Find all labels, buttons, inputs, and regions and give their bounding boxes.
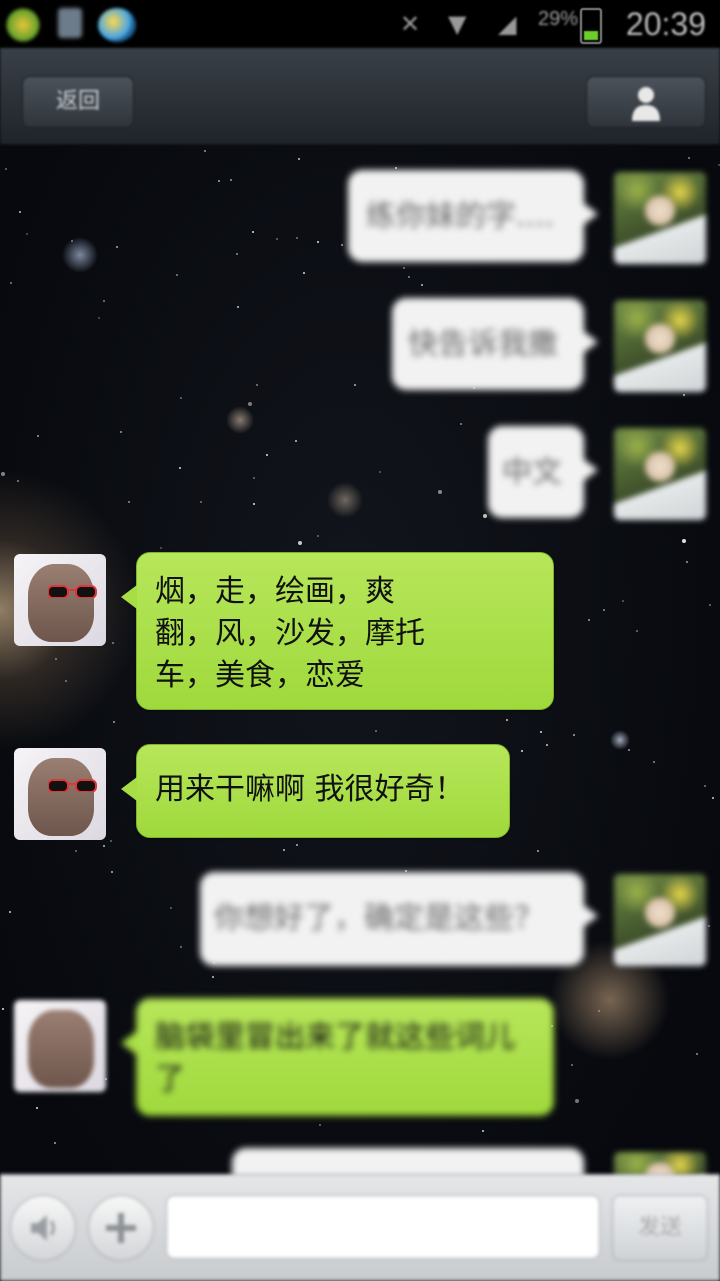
app-icon	[98, 8, 136, 42]
sunglasses-icon	[48, 585, 97, 598]
sunglasses-icon	[48, 779, 97, 792]
message-text: 你想好了，确定是这些？	[214, 901, 544, 936]
dog-picture	[28, 1010, 94, 1088]
message-bubble[interactable]: 中文	[488, 426, 598, 518]
avatar[interactable]	[614, 300, 706, 392]
message-text: 用来干嘛啊 我很好奇！	[155, 772, 465, 807]
input-bar: 发送	[0, 1174, 720, 1281]
signal-icon: ◢	[498, 10, 517, 38]
message-bubble[interactable]: 练你妹的字....	[348, 170, 598, 262]
mute-icon: ✕	[400, 10, 421, 38]
plus-button[interactable]	[88, 1195, 154, 1261]
person-icon	[632, 87, 660, 121]
message-text-line: 了	[155, 1062, 185, 1097]
status-bar: ✕ ▼ ◢ 29% 20:39	[0, 0, 720, 48]
avatar[interactable]	[614, 874, 706, 966]
message-bubble[interactable]: 脑袋里冒出来了就这些词儿 了	[121, 998, 554, 1116]
title-bar: 返回	[0, 48, 720, 145]
avatar[interactable]	[14, 748, 106, 840]
usb-icon	[58, 8, 82, 38]
message-text-line: 烟，走，绘画，爽	[155, 574, 395, 609]
contact-info-button[interactable]	[586, 76, 706, 128]
avatar[interactable]	[14, 1000, 106, 1092]
wifi-icon: ▼	[448, 10, 467, 38]
voice-button[interactable]	[10, 1195, 76, 1261]
message-text: 练你妹的字....	[366, 199, 555, 234]
message-text: 快告诉我撒	[408, 327, 558, 362]
battery-percent: 29%	[537, 8, 578, 30]
clock: 20:39	[625, 6, 706, 42]
send-button[interactable]: 发送	[612, 1195, 708, 1261]
notification-icon	[6, 8, 40, 42]
message-bubble[interactable]: 快告诉我撒	[392, 298, 598, 390]
dog-picture	[28, 564, 94, 642]
message-text: 中文	[502, 455, 562, 490]
battery-icon	[580, 8, 602, 44]
message-text-line: 车，美食，恋爱	[155, 658, 365, 693]
speaker-icon	[31, 1215, 55, 1241]
message-bubble[interactable]: 用来干嘛啊 我很好奇！	[121, 744, 510, 838]
avatar[interactable]	[614, 428, 706, 520]
message-text-line: 翻，风，沙发，摩托	[155, 616, 425, 651]
avatar[interactable]	[14, 554, 106, 646]
message-input[interactable]	[166, 1195, 600, 1259]
message-text-line: 脑袋里冒出来了就这些词儿	[155, 1020, 515, 1055]
back-button[interactable]: 返回	[22, 76, 134, 128]
message-list[interactable]: 练你妹的字.... 快告诉我撒 中文 烟，走，绘画，爽 翻，风，沙发，摩托 车，…	[0, 144, 720, 1212]
message-bubble[interactable]: 烟，走，绘画，爽 翻，风，沙发，摩托 车，美食，恋爱	[121, 552, 554, 710]
message-bubble[interactable]: 你想好了，确定是这些？	[200, 872, 598, 966]
avatar[interactable]	[614, 172, 706, 264]
plus-icon	[106, 1213, 136, 1243]
dog-picture	[28, 758, 94, 836]
